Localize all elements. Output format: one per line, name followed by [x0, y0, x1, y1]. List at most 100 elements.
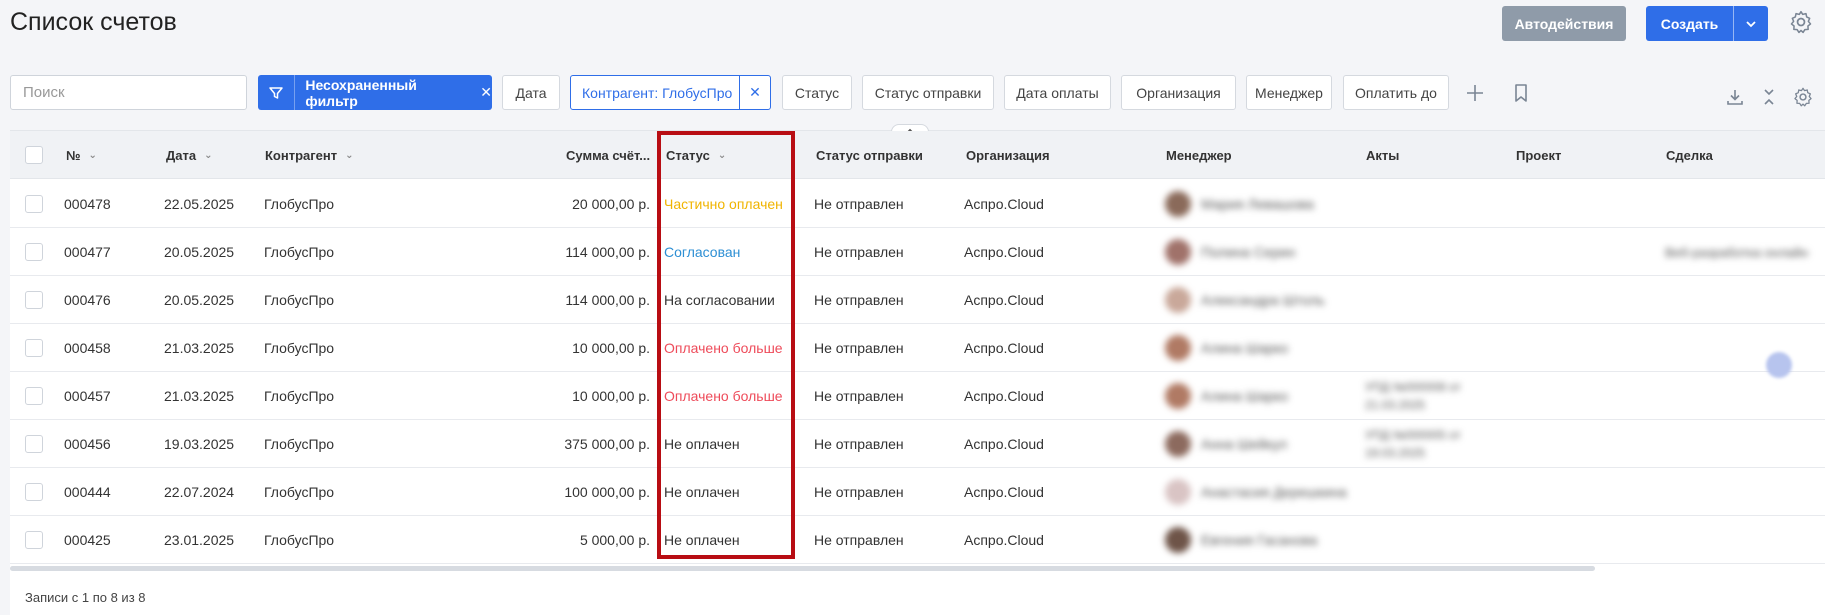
cell-acts[interactable]: УПД №000005 от 19.03.2025 [1365, 420, 1485, 468]
cell-acts[interactable] [1365, 180, 1485, 228]
row-checkbox[interactable] [25, 483, 43, 501]
unsaved-filter-button[interactable]: Несохраненный фильтр ✕ [258, 75, 492, 110]
cell-deal[interactable] [1665, 180, 1815, 228]
download-icon[interactable] [1725, 87, 1747, 109]
table-row[interactable]: 000476 20.05.2025 ГлобусПро 114 000,00 р… [10, 276, 1825, 324]
chevron-down-icon[interactable] [1734, 20, 1768, 28]
column-header-number[interactable]: № ⌄ [66, 131, 97, 179]
cell-manager[interactable]: Евгения Гасанова [1165, 516, 1317, 564]
cell-organization[interactable]: Аспро.Cloud [964, 324, 1044, 372]
column-header-organization[interactable]: Организация [966, 131, 1050, 179]
cell-acts[interactable] [1365, 276, 1485, 324]
row-checkbox[interactable] [25, 531, 43, 549]
cell-counterparty[interactable]: ГлобусПро [264, 276, 334, 324]
cell-deal[interactable] [1665, 276, 1815, 324]
filter-organization-button[interactable]: Организация [1121, 75, 1236, 110]
column-header-project[interactable]: Проект [1516, 131, 1561, 179]
counterparty-filter-chip[interactable]: Контрагент: ГлобусПро ✕ [570, 75, 771, 110]
cell-acts[interactable] [1365, 468, 1485, 516]
cell-acts[interactable] [1365, 228, 1485, 276]
cell-manager[interactable]: Полина Серин [1165, 228, 1295, 276]
cell-counterparty[interactable]: ГлобусПро [264, 468, 334, 516]
gear-icon[interactable] [1788, 9, 1814, 35]
select-all-checkbox[interactable] [25, 146, 43, 164]
unsaved-filter-label[interactable]: Несохраненный фильтр [295, 77, 470, 109]
row-checkbox[interactable] [25, 195, 43, 213]
close-icon[interactable]: ✕ [740, 84, 770, 101]
cell-counterparty[interactable]: ГлобусПро [264, 516, 334, 564]
create-button[interactable]: Создать [1646, 6, 1768, 41]
cell-manager[interactable]: Анна Шейкул [1165, 420, 1287, 468]
column-header-status[interactable]: Статус ⌄ [666, 131, 726, 179]
chevron-down-icon[interactable]: ⌄ [204, 150, 212, 161]
cell-deal[interactable]: Веб-разработка онлайн [1665, 228, 1815, 276]
table-row[interactable]: 000457 21.03.2025 ГлобусПро 10 000,00 р.… [10, 372, 1825, 420]
column-label[interactable]: Контрагент [265, 148, 337, 163]
horizontal-scrollbar[interactable] [10, 566, 1595, 571]
cell-manager[interactable]: Алина Шарко [1165, 372, 1288, 420]
bookmark-icon[interactable] [1510, 82, 1532, 104]
chevron-down-icon[interactable]: ⌄ [89, 150, 97, 161]
column-label[interactable]: Сумма счёт... [566, 148, 650, 163]
cell-deal[interactable] [1665, 420, 1815, 468]
column-label[interactable]: Организация [966, 148, 1050, 163]
cell-acts[interactable] [1365, 516, 1485, 564]
cell-counterparty[interactable]: ГлобусПро [264, 228, 334, 276]
cell-number[interactable]: 000458 [64, 324, 111, 372]
filter-pay-until-button[interactable]: Оплатить до [1343, 75, 1449, 110]
chevron-down-icon[interactable]: ⌄ [718, 150, 726, 161]
cell-organization[interactable]: Аспро.Cloud [964, 372, 1044, 420]
column-header-amount[interactable]: Сумма счёт... [566, 131, 650, 179]
cell-number[interactable]: 000425 [64, 516, 111, 564]
column-label[interactable]: Сделка [1666, 148, 1713, 163]
cell-counterparty[interactable]: ГлобусПро [264, 420, 334, 468]
cell-deal[interactable] [1665, 468, 1815, 516]
cell-organization[interactable]: Аспро.Cloud [964, 180, 1044, 228]
cell-number[interactable]: 000444 [64, 468, 111, 516]
column-label[interactable]: Акты [1366, 148, 1399, 163]
cell-number[interactable]: 000477 [64, 228, 111, 276]
floating-action-icon[interactable] [1766, 352, 1792, 378]
table-row[interactable]: 000477 20.05.2025 ГлобусПро 114 000,00 р… [10, 228, 1825, 276]
cell-deal[interactable] [1665, 372, 1815, 420]
row-checkbox[interactable] [25, 339, 43, 357]
cell-counterparty[interactable]: ГлобусПро [264, 180, 334, 228]
column-header-deal[interactable]: Сделка [1666, 131, 1713, 179]
cell-acts[interactable] [1365, 324, 1485, 372]
cell-organization[interactable]: Аспро.Cloud [964, 468, 1044, 516]
cell-counterparty[interactable]: ГлобусПро [264, 372, 334, 420]
cell-organization[interactable]: Аспро.Cloud [964, 228, 1044, 276]
cell-organization[interactable]: Аспро.Cloud [964, 420, 1044, 468]
cell-deal[interactable] [1665, 516, 1815, 564]
column-label[interactable]: Статус отправки [816, 148, 923, 163]
cell-number[interactable]: 000476 [64, 276, 111, 324]
add-filter-icon[interactable] [1464, 82, 1486, 104]
cell-organization[interactable]: Аспро.Cloud [964, 276, 1044, 324]
filter-send-status-button[interactable]: Статус отправки [862, 75, 994, 110]
row-checkbox[interactable] [25, 387, 43, 405]
counterparty-filter-label[interactable]: Контрагент: ГлобусПро [571, 85, 739, 101]
chevron-down-icon[interactable]: ⌄ [345, 150, 353, 161]
filter-payment-date-button[interactable]: Дата оплаты [1004, 75, 1111, 110]
row-checkbox[interactable] [25, 435, 43, 453]
table-row[interactable]: 000444 22.07.2024 ГлобусПро 100 000,00 р… [10, 468, 1825, 516]
cell-number[interactable]: 000456 [64, 420, 111, 468]
gear-icon[interactable] [1792, 86, 1814, 108]
column-label[interactable]: Проект [1516, 148, 1561, 163]
column-label[interactable]: Менеджер [1166, 148, 1232, 163]
cell-acts[interactable]: УПД №000008 от 21.03.2025 [1365, 372, 1485, 420]
close-icon[interactable]: ✕ [480, 84, 492, 101]
cell-manager[interactable]: Анастасия Дерешкина [1165, 468, 1347, 516]
cell-manager[interactable]: Алина Шарко [1165, 324, 1288, 372]
filter-icon[interactable] [258, 75, 296, 110]
cell-number[interactable]: 000478 [64, 180, 111, 228]
create-button-label[interactable]: Создать [1646, 16, 1733, 32]
table-row[interactable]: 000478 22.05.2025 ГлобусПро 20 000,00 р.… [10, 180, 1825, 228]
cell-manager[interactable]: Александра Штоль [1165, 276, 1325, 324]
collapse-rows-icon[interactable] [1759, 87, 1781, 109]
table-row[interactable]: 000458 21.03.2025 ГлобусПро 10 000,00 р.… [10, 324, 1825, 372]
column-label[interactable]: Статус [666, 148, 710, 163]
filter-status-button[interactable]: Статус [782, 75, 852, 110]
column-label[interactable]: № [66, 148, 81, 163]
cell-deal[interactable] [1665, 324, 1815, 372]
